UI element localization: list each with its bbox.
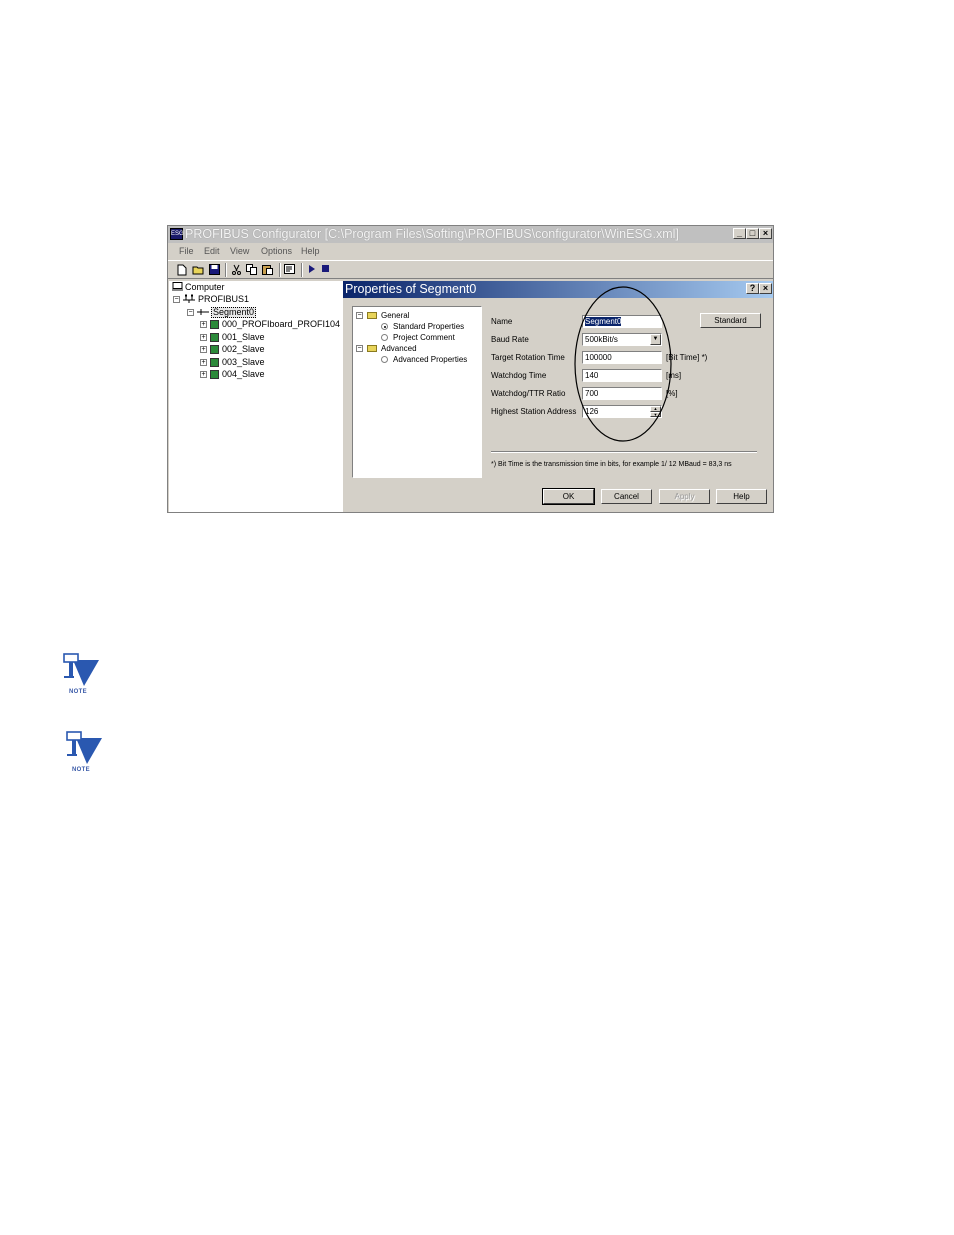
collapse-toggle[interactable]: −	[356, 345, 363, 352]
folder-icon	[367, 345, 377, 352]
properties-dialog: Properties of Segment0 ? × − General Sta…	[343, 281, 773, 512]
slave-device-icon	[210, 320, 219, 329]
target-rotation-time-label: Target Rotation Time	[491, 353, 565, 362]
close-dialog-button[interactable]: ×	[759, 283, 772, 294]
cancel-button[interactable]: Cancel	[601, 489, 652, 504]
standard-button[interactable]: Standard	[700, 313, 761, 328]
folder-icon	[367, 312, 377, 319]
menu-help[interactable]: Help	[301, 243, 320, 260]
slave-device-icon	[210, 358, 219, 367]
dialog-titlebar[interactable]: Properties of Segment0 ? ×	[343, 281, 773, 298]
copy-icon[interactable]	[246, 264, 258, 276]
slave-device-icon	[210, 333, 219, 342]
help-button[interactable]: Help	[716, 489, 767, 504]
computer-icon	[172, 282, 183, 291]
name-label: Name	[491, 317, 513, 326]
menu-bar: File Edit View Options Help	[168, 243, 773, 260]
slave-device-icon	[210, 345, 219, 354]
close-window-button[interactable]: ×	[759, 228, 772, 239]
radio-icon	[381, 334, 388, 341]
new-icon[interactable]	[176, 264, 188, 276]
expand-toggle[interactable]: +	[200, 321, 207, 328]
segment-icon	[197, 309, 209, 315]
toolbar	[168, 260, 773, 279]
collapse-toggle[interactable]: −	[187, 309, 194, 316]
minimize-button[interactable]: _	[733, 228, 746, 239]
watchdog-ttr-ratio-label: Watchdog/TTR Ratio	[491, 389, 566, 398]
app-icon: ESG	[170, 228, 184, 240]
open-icon[interactable]	[192, 264, 204, 276]
dialog-title: Properties of Segment0	[345, 282, 477, 296]
expand-toggle[interactable]: +	[200, 371, 207, 378]
stop-icon[interactable]	[320, 264, 332, 276]
collapse-toggle[interactable]: −	[173, 296, 180, 303]
expand-toggle[interactable]: +	[200, 334, 207, 341]
network-icon	[183, 294, 195, 303]
slave-device-icon	[210, 370, 219, 379]
maximize-button[interactable]: □	[746, 228, 759, 239]
menu-options[interactable]: Options	[261, 243, 292, 260]
properties-icon[interactable]	[284, 264, 296, 276]
help-question-button[interactable]: ?	[746, 283, 759, 294]
window-titlebar[interactable]: ESG PROFIBUS Configurator [C:\Program Fi…	[168, 226, 773, 243]
separator	[491, 451, 757, 453]
property-category-tree: − General Standard Properties Project Co…	[352, 306, 482, 478]
cut-icon[interactable]	[230, 264, 242, 276]
note-icon: NOTE	[60, 652, 100, 695]
paste-icon[interactable]	[262, 264, 274, 276]
collapse-toggle[interactable]: −	[356, 312, 363, 319]
ok-button[interactable]: OK	[542, 488, 595, 505]
highest-station-address-label: Highest Station Address	[491, 407, 577, 416]
radio-icon	[381, 356, 388, 363]
menu-file[interactable]: File	[179, 243, 194, 260]
window-title: PROFIBUS Configurator [C:\Program Files\…	[185, 227, 679, 241]
menu-view[interactable]: View	[230, 243, 249, 260]
expand-toggle[interactable]: +	[200, 346, 207, 353]
profibus-configurator-window: ESG PROFIBUS Configurator [C:\Program Fi…	[167, 225, 774, 513]
note-icon: NOTE	[63, 730, 103, 773]
project-tree: Computer − PROFIBUS1 − Segment0 + 000_PR…	[169, 281, 344, 512]
bit-time-footnote: *) Bit Time is the transmission time in …	[491, 461, 732, 468]
play-icon[interactable]	[306, 264, 318, 276]
watchdog-time-label: Watchdog Time	[491, 371, 547, 380]
highlight-ellipse	[574, 286, 672, 442]
apply-button[interactable]: Apply	[659, 489, 710, 504]
save-icon[interactable]	[208, 264, 220, 276]
selected-radio-icon	[381, 323, 388, 330]
baud-rate-label: Baud Rate	[491, 335, 529, 344]
menu-edit[interactable]: Edit	[204, 243, 220, 260]
expand-toggle[interactable]: +	[200, 359, 207, 366]
